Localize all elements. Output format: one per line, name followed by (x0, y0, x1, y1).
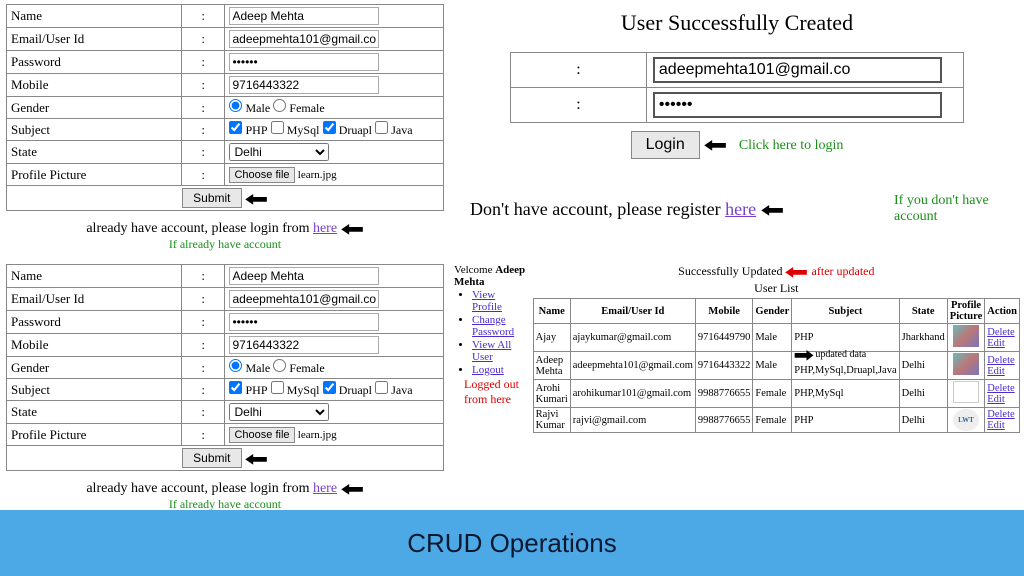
register-hint: Don't have account, please register here… (470, 199, 784, 220)
click-here-note: Click here to login (739, 138, 844, 153)
registration-panel-1: Name: Email/User Id: Password: Mobile: G… (0, 0, 450, 260)
login-button[interactable]: Login (631, 131, 700, 159)
login-password-input[interactable] (653, 92, 942, 118)
success-title: User Successfully Created (470, 10, 1004, 36)
subject-drupal-checkbox-2[interactable] (323, 381, 336, 394)
success-login-panel: User Successfully Created : : Login ⬅ Cl… (450, 0, 1024, 260)
already-account-note: If already have account (6, 237, 444, 252)
dashboard-panel: Velcome Adeep Mehta View Profile Change … (450, 260, 1024, 510)
name-input-2[interactable] (229, 267, 379, 285)
updated-msg-row: Successfully Updated ⬅ after updated (533, 264, 1020, 279)
table-header-row: Name Email/User Id Mobile Gender Subject… (533, 299, 1019, 324)
email-input[interactable] (229, 30, 379, 48)
table-row: Arohi Kumari arohikumar101@gmail.com 998… (533, 380, 1019, 408)
profile-picture-icon: LWT (953, 409, 979, 431)
arrow-left-icon: ⬅ (761, 206, 784, 214)
subject-drupal-checkbox[interactable] (323, 121, 336, 134)
mobile-input-2[interactable] (229, 336, 379, 354)
user-list-title: User List (533, 281, 1020, 296)
arrow-left-red-icon: ⬅ (786, 268, 809, 276)
delete-link[interactable]: Delete (987, 355, 1014, 366)
choose-file-button-2[interactable]: Choose file (229, 427, 294, 443)
logged-out-note: Logged out from here (464, 377, 527, 407)
edit-link[interactable]: Edit (987, 338, 1005, 349)
label-name: Name (7, 5, 182, 28)
view-all-user-link[interactable]: View All User (472, 339, 511, 363)
gender-male-radio-2[interactable] (229, 359, 242, 372)
gender-female-radio[interactable] (273, 99, 286, 112)
nav-links: View Profile Change Password View All Us… (472, 289, 527, 376)
view-profile-link[interactable]: View Profile (472, 289, 502, 313)
no-account-note: If you don't have account (894, 193, 1004, 225)
subject-mysql-checkbox[interactable] (271, 121, 284, 134)
login-here-link-2[interactable]: here (313, 481, 337, 496)
login-form: : : Login ⬅ Click here to login (510, 52, 964, 163)
subject-php-checkbox-2[interactable] (229, 381, 242, 394)
profile-picture-icon (953, 381, 979, 403)
submit-button[interactable]: Submit (182, 188, 241, 208)
name-input[interactable] (229, 7, 379, 25)
arrow-left-icon: ⬅ (245, 455, 268, 463)
state-select[interactable]: Delhi (229, 143, 329, 161)
mobile-input[interactable] (229, 76, 379, 94)
login-hint-2: already have account, please login from … (6, 481, 444, 497)
email-input-2[interactable] (229, 290, 379, 308)
logout-link[interactable]: Logout (472, 364, 504, 376)
subject-php-checkbox[interactable] (229, 121, 242, 134)
registration-form-2: Name: Email/User Id: Password: Mobile: G… (6, 264, 444, 471)
edit-link[interactable]: Edit (987, 420, 1005, 431)
password-input-2[interactable] (229, 313, 379, 331)
subject-java-checkbox[interactable] (375, 121, 388, 134)
login-email-input[interactable] (653, 57, 942, 83)
gender-female-radio-2[interactable] (273, 359, 286, 372)
profile-picture-icon (953, 325, 979, 347)
subject-java-checkbox-2[interactable] (375, 381, 388, 394)
label-password: Password (7, 51, 182, 74)
delete-link[interactable]: Delete (987, 327, 1014, 338)
login-here-link[interactable]: here (313, 221, 337, 236)
edit-link[interactable]: Edit (987, 366, 1005, 377)
password-input[interactable] (229, 53, 379, 71)
registration-form: Name: Email/User Id: Password: Mobile: G… (6, 4, 444, 211)
state-select-2[interactable]: Delhi (229, 403, 329, 421)
welcome-text: Velcome Adeep Mehta (454, 264, 527, 288)
arrow-left-icon: ⬅ (245, 195, 268, 203)
table-row: Ajay ajaykumar@gmail.com 9716449790 Male… (533, 324, 1019, 352)
profile-picture-icon (953, 353, 979, 375)
submit-button-2[interactable]: Submit (182, 448, 241, 468)
arrow-left-icon: ⬅ (341, 485, 364, 493)
arrow-left-icon: ⬅ (341, 225, 364, 233)
footer-banner: CRUD Operations (0, 510, 1024, 576)
login-hint: already have account, please login from … (6, 221, 444, 237)
change-password-link[interactable]: Change Password (472, 314, 514, 338)
chosen-filename: learn.jpg (298, 169, 337, 181)
subject-mysql-checkbox-2[interactable] (271, 381, 284, 394)
register-here-link[interactable]: here (725, 199, 756, 219)
delete-link[interactable]: Delete (987, 409, 1014, 420)
edit-link[interactable]: Edit (987, 394, 1005, 405)
table-row: Adeep Mehta adeepmehta101@gmail.com 9716… (533, 352, 1019, 380)
label-subject: Subject (7, 119, 182, 141)
label-state: State (7, 141, 182, 164)
user-list-table: Name Email/User Id Mobile Gender Subject… (533, 298, 1020, 433)
arrow-left-icon: ⬅ (704, 141, 727, 149)
choose-file-button[interactable]: Choose file (229, 167, 294, 183)
footer-title: CRUD Operations (407, 528, 617, 559)
label-email: Email/User Id (7, 28, 182, 51)
label-picture: Profile Picture (7, 164, 182, 186)
registration-panel-2: Name: Email/User Id: Password: Mobile: G… (0, 260, 450, 510)
label-gender: Gender (7, 97, 182, 119)
label-mobile: Mobile (7, 74, 182, 97)
arrow-right-icon: ⬅ (794, 351, 814, 359)
updated-msg: Successfully Updated (678, 264, 782, 278)
delete-link[interactable]: Delete (987, 383, 1014, 394)
table-row: Rajvi Kumar rajvi@gmail.com 9988776655 F… (533, 408, 1019, 433)
gender-male-radio[interactable] (229, 99, 242, 112)
